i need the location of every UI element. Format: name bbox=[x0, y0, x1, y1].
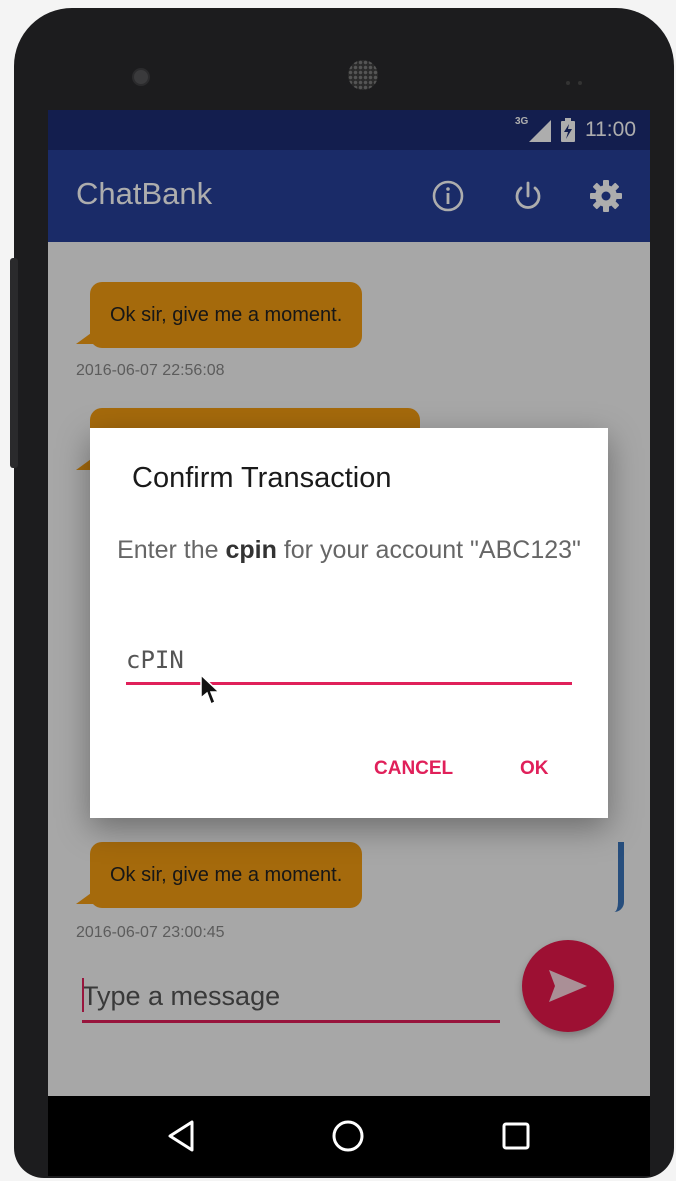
dialog-message: Enter the cpin for your account "ABC123" bbox=[110, 532, 588, 568]
volume-button bbox=[10, 258, 18, 468]
mouse-cursor-icon bbox=[200, 674, 221, 706]
recents-icon[interactable] bbox=[496, 1116, 536, 1156]
message-suffix: for your account "ABC123" bbox=[276, 536, 581, 564]
ok-button[interactable]: OK bbox=[512, 752, 557, 786]
dialog-title: Confirm Transaction bbox=[132, 462, 392, 494]
message-bold: cpin bbox=[225, 536, 277, 564]
cpin-input[interactable] bbox=[126, 638, 572, 685]
front-camera bbox=[132, 68, 150, 86]
home-icon[interactable] bbox=[328, 1116, 368, 1156]
earpiece-speaker bbox=[348, 60, 378, 90]
navigation-bar bbox=[48, 1096, 650, 1176]
message-prefix: Enter the bbox=[117, 536, 226, 564]
cancel-button[interactable]: CANCEL bbox=[366, 752, 461, 786]
proximity-sensors bbox=[566, 72, 596, 85]
confirm-transaction-dialog: Confirm Transaction Enter the cpin for y… bbox=[90, 428, 608, 818]
phone-screen: 3G 11:00 ChatBank Ok sir, give me a mome… bbox=[48, 110, 650, 1176]
back-icon[interactable] bbox=[162, 1116, 202, 1156]
